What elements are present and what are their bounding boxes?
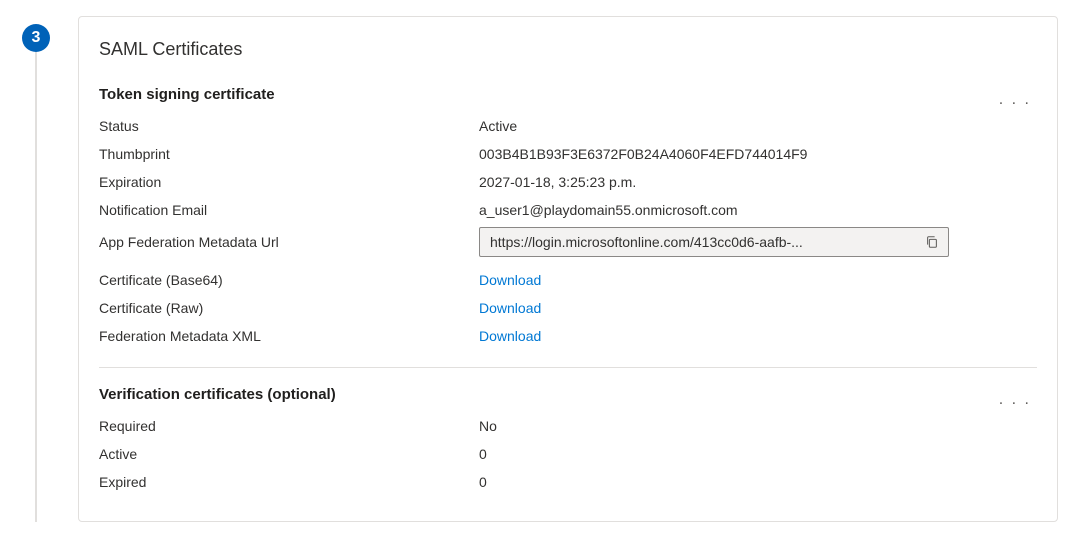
cert-base64-label: Certificate (Base64): [99, 272, 479, 288]
thumbprint-label: Thumbprint: [99, 146, 479, 162]
more-icon: . . .: [999, 391, 1031, 408]
status-value: Active: [479, 118, 1037, 134]
more-icon: . . .: [999, 91, 1031, 108]
verification-more-button[interactable]: . . .: [993, 388, 1037, 412]
step-number: 3: [32, 29, 41, 47]
download-fed-metadata-xml-link[interactable]: Download: [479, 328, 541, 344]
token-signing-title: Token signing certificate: [99, 86, 275, 103]
cert-raw-label: Certificate (Raw): [99, 300, 479, 316]
timeline-line: [35, 52, 37, 522]
metadata-url-field[interactable]: https://login.microsoftonline.com/413cc0…: [479, 227, 949, 257]
expired-label: Expired: [99, 474, 479, 490]
download-cert-base64-link[interactable]: Download: [479, 272, 541, 288]
token-signing-section: Token signing certificate . . . Status A…: [99, 86, 1037, 349]
saml-certificates-card: SAML Certificates Token signing certific…: [78, 16, 1058, 522]
expiration-label: Expiration: [99, 174, 479, 190]
status-label: Status: [99, 118, 479, 134]
metadata-url-value: https://login.microsoftonline.com/413cc0…: [490, 234, 920, 250]
card-title: SAML Certificates: [99, 39, 1037, 60]
expiration-value: 2027-01-18, 3:25:23 p.m.: [479, 174, 1037, 190]
expired-value: 0: [479, 474, 1037, 490]
thumbprint-value: 003B4B1B93F3E6372F0B24A4060F4EFD744014F9: [479, 146, 1037, 162]
step-badge: 3: [22, 24, 50, 52]
notification-email-value: a_user1@playdomain55.onmicrosoft.com: [479, 202, 1037, 218]
download-cert-raw-link[interactable]: Download: [479, 300, 541, 316]
required-label: Required: [99, 418, 479, 434]
required-value: No: [479, 418, 1037, 434]
copy-icon: [925, 235, 939, 249]
metadata-url-label: App Federation Metadata Url: [99, 234, 479, 250]
section-divider: [99, 367, 1037, 368]
active-label: Active: [99, 446, 479, 462]
token-signing-more-button[interactable]: . . .: [993, 88, 1037, 112]
active-value: 0: [479, 446, 1037, 462]
fed-metadata-xml-label: Federation Metadata XML: [99, 328, 479, 344]
notification-email-label: Notification Email: [99, 202, 479, 218]
verification-title: Verification certificates (optional): [99, 386, 336, 403]
verification-section: Verification certificates (optional) . .…: [99, 386, 1037, 495]
copy-url-button[interactable]: [920, 230, 944, 254]
